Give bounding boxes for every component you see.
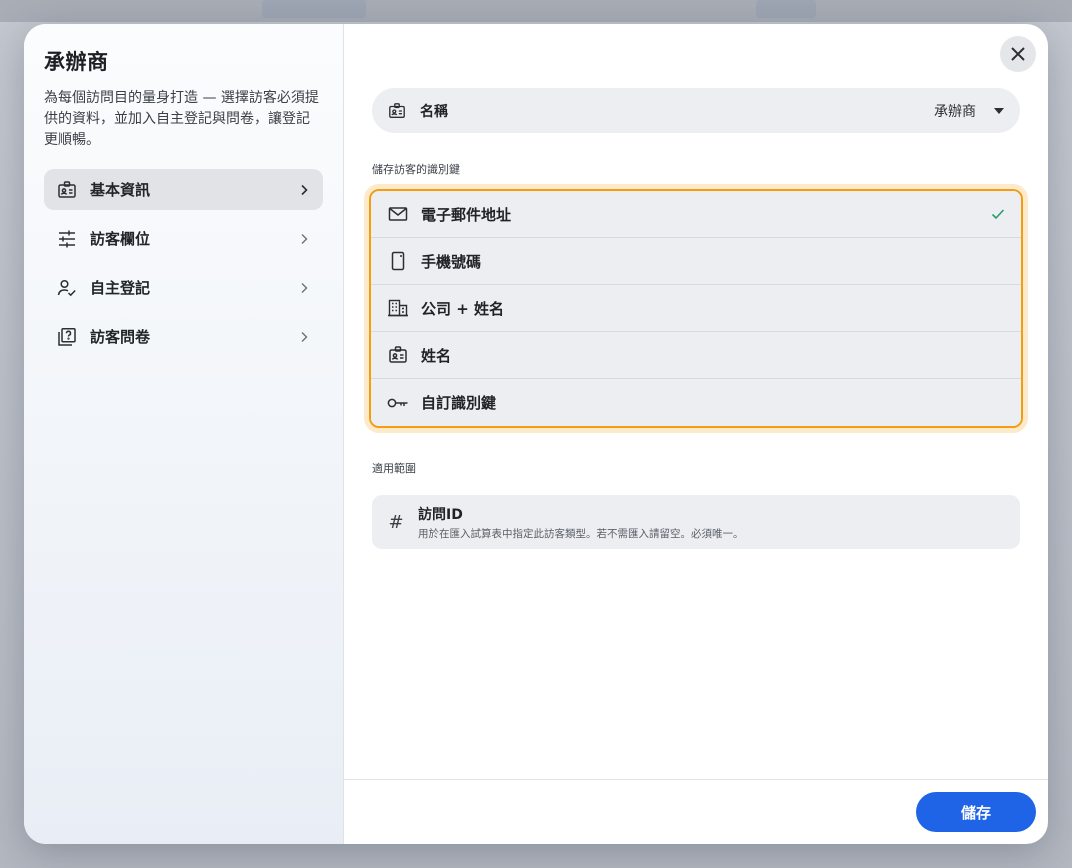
- identifier-option-label: 電子郵件地址: [421, 205, 512, 224]
- main-panel: 名稱 承辦商 儲存訪客的識別鍵 電子郵件地址 手機號碼 公司 + 姓名 姓名 自…: [344, 24, 1048, 844]
- identifier-option-email[interactable]: 電子郵件地址: [371, 191, 1021, 238]
- building-icon: [387, 297, 409, 319]
- questionnaire-icon: [56, 326, 78, 348]
- checkmark-icon: [991, 208, 1005, 220]
- identifier-option-label: 公司 + 姓名: [421, 299, 505, 318]
- mail-icon: [387, 203, 409, 225]
- sidebar-item-basic-info[interactable]: 基本資訊: [44, 169, 323, 210]
- identifier-option-label: 自訂識別鍵: [421, 394, 497, 412]
- identifier-option-label: 手機號碼: [421, 252, 482, 271]
- caret-down-icon: [994, 107, 1004, 114]
- identifier-option-company-name[interactable]: 公司 + 姓名: [371, 285, 1021, 332]
- name-select[interactable]: 名稱 承辦商: [372, 88, 1020, 133]
- sidebar-item-questionnaire[interactable]: 訪客問卷: [44, 316, 323, 357]
- sidebar: 承辦商 為每個訪問目的量身打造 — 選擇訪客必須提供的資料，並加入自主登記與問卷…: [24, 24, 344, 844]
- id-badge-icon: [56, 179, 78, 201]
- chevron-right-icon: [297, 183, 311, 197]
- person-check-icon: [56, 277, 78, 299]
- identifier-section-title: 儲存訪客的識別鍵: [372, 163, 460, 176]
- phone-icon: [387, 250, 409, 272]
- hash-icon: #: [388, 511, 404, 533]
- save-button[interactable]: 儲存: [916, 792, 1036, 832]
- dialog-title: 承辦商: [44, 50, 109, 74]
- dialog-footer: 儲存: [344, 779, 1048, 844]
- chevron-right-icon: [297, 232, 311, 246]
- sidebar-item-label: 訪客欄位: [90, 230, 151, 248]
- visit-id-field[interactable]: # 訪問ID 用於在匯入試算表中指定此訪客類型。若不需匯入請留空。必須唯一。: [372, 495, 1020, 549]
- sidebar-item-label: 基本資訊: [90, 181, 151, 199]
- identifier-option-phone[interactable]: 手機號碼: [371, 238, 1021, 285]
- id-badge-icon: [387, 344, 409, 366]
- background-toolbar: [0, 0, 1072, 22]
- name-value: 承辦商: [934, 103, 976, 120]
- dialog-description: 為每個訪問目的量身打造 — 選擇訪客必須提供的資料，並加入自主登記與問卷，讓登記…: [44, 90, 319, 148]
- background-chip: [756, 0, 816, 18]
- visit-id-help: 用於在匯入試算表中指定此訪客類型。若不需匯入請留空。必須唯一。: [418, 527, 744, 540]
- basic-info-content: 名稱 承辦商 儲存訪客的識別鍵 電子郵件地址 手機號碼 公司 + 姓名 姓名 自…: [369, 88, 1023, 549]
- scope-section-title: 適用範圍: [372, 462, 416, 475]
- visit-id-text: 訪問ID 用於在匯入試算表中指定此訪客類型。若不需匯入請留空。必須唯一。: [418, 504, 744, 541]
- id-badge-icon: [388, 102, 406, 120]
- visit-id-label: 訪問ID: [418, 506, 463, 523]
- key-icon: [387, 392, 409, 414]
- identifier-option-custom-key[interactable]: 自訂識別鍵: [371, 379, 1021, 426]
- identifier-option-label: 姓名: [421, 346, 452, 365]
- sidebar-item-self-registration[interactable]: 自主登記: [44, 267, 323, 308]
- sidebar-item-label: 自主登記: [90, 279, 151, 297]
- background-chip: [262, 0, 366, 18]
- visitor-type-dialog: 承辦商 為每個訪問目的量身打造 — 選擇訪客必須提供的資料，並加入自主登記與問卷…: [24, 24, 1048, 844]
- sidebar-item-label: 訪客問卷: [90, 328, 151, 346]
- sliders-icon: [56, 228, 78, 250]
- chevron-right-icon: [297, 281, 311, 295]
- close-icon: [1010, 46, 1026, 62]
- identifier-options: 電子郵件地址 手機號碼 公司 + 姓名 姓名 自訂識別鍵: [369, 189, 1023, 428]
- chevron-right-icon: [297, 330, 311, 344]
- sidebar-item-visitor-fields[interactable]: 訪客欄位: [44, 218, 323, 259]
- name-label: 名稱: [420, 103, 448, 120]
- identifier-option-name[interactable]: 姓名: [371, 332, 1021, 379]
- close-button[interactable]: [1000, 36, 1036, 72]
